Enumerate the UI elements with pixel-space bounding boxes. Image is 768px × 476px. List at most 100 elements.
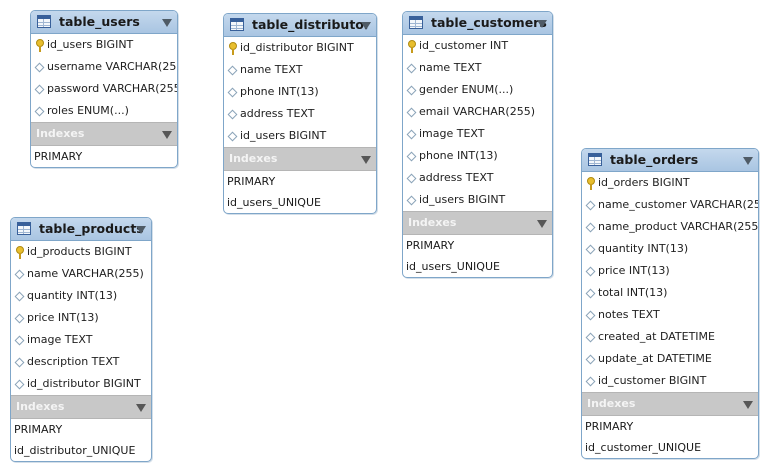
primary-key-icon [229,42,237,55]
indexes-header[interactable]: Indexes [403,211,552,235]
column-diamond-icon [34,62,45,73]
column-row[interactable]: phone INT(13) [224,81,376,103]
column-row[interactable]: name_product VARCHAR(255) [582,216,758,238]
column-name: name [240,63,272,76]
column-row[interactable]: notes TEXT [582,304,758,326]
column-row[interactable]: description TEXT [11,351,151,373]
collapse-arrow-icon[interactable] [162,131,172,139]
column-name: gender [419,83,458,96]
collapse-arrow-icon[interactable] [136,404,146,412]
column-diamond-icon [585,244,596,255]
table-header[interactable]: table_distributor [224,14,376,37]
column-row[interactable]: password VARCHAR(255) [31,78,177,100]
collapse-arrow-icon[interactable] [537,20,547,28]
column-row[interactable]: id_customer INT [403,35,552,57]
column-name: phone [419,149,454,162]
table-name: table_products [39,221,144,236]
primary-key-icon [16,246,24,259]
collapse-arrow-icon[interactable] [361,156,371,164]
column-row[interactable]: address TEXT [403,167,552,189]
column-row[interactable]: update_at DATETIME [582,348,758,370]
collapse-arrow-icon[interactable] [537,220,547,228]
column-row[interactable]: id_orders BIGINT [582,172,758,194]
index-row[interactable]: PRIMARY [582,416,758,437]
table-users[interactable]: table_users id_users BIGINT username VARCH… [30,10,178,168]
column-diamond-icon [585,200,596,211]
collapse-arrow-icon[interactable] [136,226,146,234]
column-type: BIGINT [94,245,132,258]
column-row[interactable]: id_distributor BIGINT [224,37,376,59]
indexes-header[interactable]: Indexes [224,147,376,171]
index-row[interactable]: PRIMARY [11,419,151,440]
collapse-arrow-icon[interactable] [162,19,172,27]
column-name: id_users [240,129,286,142]
column-row[interactable]: price INT(13) [11,307,151,329]
table-name: table_orders [610,152,699,167]
column-name: address [240,107,284,120]
index-row[interactable]: PRIMARY [224,171,376,192]
column-name: id_distributor [240,41,313,54]
column-row[interactable]: quantity INT(13) [582,238,758,260]
column-row[interactable]: id_customer BIGINT [582,370,758,392]
column-row[interactable]: name_customer VARCHAR(255) [582,194,758,216]
column-type: INT(13) [277,85,319,98]
index-row[interactable]: id_users_UNIQUE [224,192,376,213]
table-products[interactable]: table_products id_products BIGINT name VAR… [10,217,152,462]
column-type: TEXT [453,61,482,74]
column-row[interactable]: created_at DATETIME [582,326,758,348]
column-diamond-icon [34,106,45,117]
table-customers[interactable]: table_customers id_customer INT name TEXT g… [402,11,553,278]
column-row[interactable]: phone INT(13) [403,145,552,167]
collapse-arrow-icon[interactable] [361,22,371,30]
column-type: INT(13) [57,311,99,324]
column-row[interactable]: id_products BIGINT [11,241,151,263]
column-row[interactable]: total INT(13) [582,282,758,304]
column-type: TEXT [64,333,93,346]
column-row[interactable]: address TEXT [224,103,376,125]
column-name: image [27,333,62,346]
column-row[interactable]: email VARCHAR(255) [403,101,552,123]
column-row[interactable]: image TEXT [11,329,151,351]
column-row[interactable]: roles ENUM(...) [31,100,177,122]
table-header[interactable]: table_users [31,11,177,34]
index-row[interactable]: id_customer_UNIQUE [582,437,758,458]
column-diamond-icon [14,335,25,346]
table-header[interactable]: table_orders [582,149,758,172]
column-diamond-icon [406,85,417,96]
index-row[interactable]: id_users_UNIQUE [403,256,552,277]
column-name: id_users [419,193,465,206]
column-row[interactable]: id_users BIGINT [403,189,552,211]
primary-key-icon [36,39,44,52]
column-row[interactable]: quantity INT(13) [11,285,151,307]
collapse-arrow-icon[interactable] [743,157,753,165]
column-row[interactable]: gender ENUM(...) [403,79,552,101]
table-distributor[interactable]: table_distributor id_distributor BIGINT na… [223,13,377,214]
column-type: ENUM(...) [77,104,129,117]
column-row[interactable]: username VARCHAR(255) [31,56,177,78]
column-name: price [27,311,55,324]
indexes-header[interactable]: Indexes [582,392,758,416]
column-name: description [27,355,89,368]
index-row[interactable]: PRIMARY [31,146,177,167]
table-header[interactable]: table_products [11,218,151,241]
indexes-header[interactable]: Indexes [31,122,177,146]
column-type: INT(13) [626,286,668,299]
column-row[interactable]: name TEXT [224,59,376,81]
table-header[interactable]: table_customers [403,12,552,35]
column-row[interactable]: id_users BIGINT [224,125,376,147]
column-diamond-icon [14,357,25,368]
table-orders[interactable]: table_orders id_orders BIGINT name_custome… [581,148,759,459]
column-name: password [47,82,100,95]
column-row[interactable]: id_users BIGINT [31,34,177,56]
column-row[interactable]: price INT(13) [582,260,758,282]
column-row[interactable]: id_distributor BIGINT [11,373,151,395]
indexes-header[interactable]: Indexes [11,395,151,419]
column-row[interactable]: name VARCHAR(255) [11,263,151,285]
collapse-arrow-icon[interactable] [743,401,753,409]
column-diamond-icon [227,131,238,142]
column-row[interactable]: image TEXT [403,123,552,145]
column-row[interactable]: name TEXT [403,57,552,79]
index-row[interactable]: PRIMARY [403,235,552,256]
index-row[interactable]: id_distributor_UNIQUE [11,440,151,461]
column-type: DATETIME [659,330,715,343]
